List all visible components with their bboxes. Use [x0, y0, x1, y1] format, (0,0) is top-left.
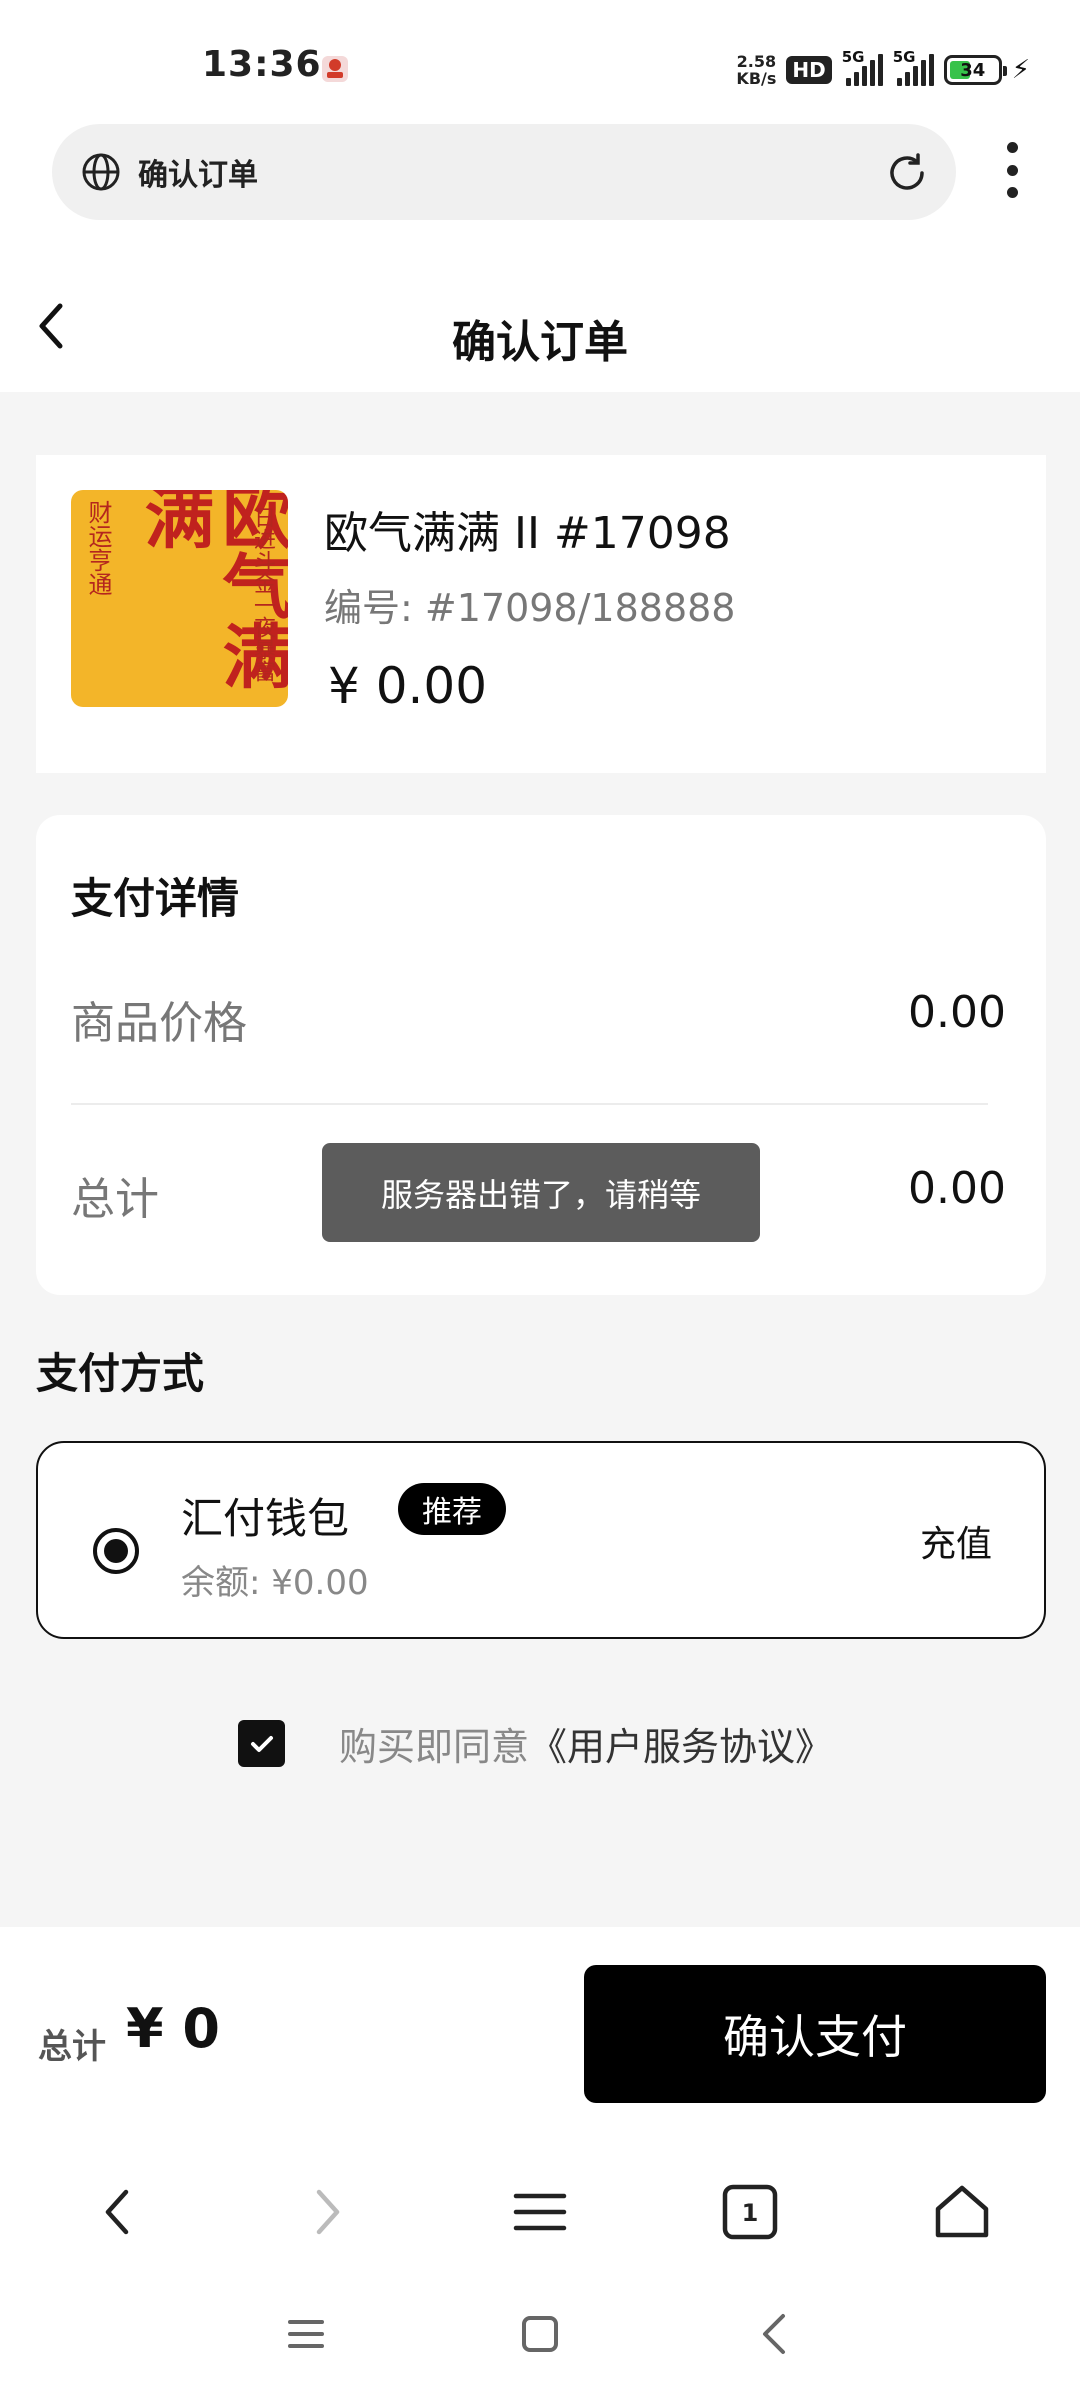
checkout-bar: 总计 ¥ 0 确认支付 — [0, 1927, 1080, 2137]
divider — [71, 1103, 988, 1105]
charging-icon: ⚡ — [1011, 55, 1030, 85]
image-text-left: 财运亨通 — [84, 500, 112, 596]
product-card: 财运亨通 欧气满满 日进斗金一夜暴富 欧气满满 II #17098 编号: #1… — [36, 455, 1046, 773]
tabs-icon: 1 — [722, 2184, 778, 2240]
recommended-badge: 推荐 — [398, 1483, 506, 1535]
tab-count: 1 — [742, 2199, 759, 2227]
status-bar: 13:36 2.58 KB/s HD 5G 5G 34 ⚡ — [0, 0, 1080, 120]
browser-toolbar: 确认订单 — [0, 120, 1080, 260]
status-time: 13:36 — [202, 44, 322, 85]
wallet-option[interactable]: 汇付钱包 推荐 余额: ¥0.00 充值 — [36, 1441, 1046, 1639]
payment-method-title: 支付方式 — [36, 1349, 205, 1398]
system-home-icon[interactable] — [510, 2304, 570, 2364]
globe-icon — [82, 153, 120, 191]
detail-value: 0.00 — [908, 987, 1006, 1038]
app-notification-icon — [322, 56, 348, 82]
sim2-5g-label: 5G — [892, 48, 916, 66]
system-recents-icon[interactable] — [276, 2304, 336, 2364]
wallet-radio-button[interactable] — [93, 1528, 139, 1574]
confirm-pay-button[interactable]: 确认支付 — [584, 1965, 1046, 2103]
net-speed-value: 2.58 — [736, 52, 777, 71]
status-icons: 2.58 KB/s HD 5G 5G 34 ⚡ — [736, 48, 1030, 90]
browser-tabs-icon[interactable]: 1 — [715, 2177, 785, 2247]
agreement-text: 购买即同意 — [339, 1725, 530, 1769]
browser-back-icon[interactable] — [83, 2177, 153, 2247]
payment-details-title: 支付详情 — [71, 874, 240, 923]
browser-menu-icon[interactable] — [505, 2177, 575, 2247]
signal-icon-sim1: 5G — [842, 48, 883, 86]
product-serial: 编号: #17098/188888 — [324, 586, 736, 630]
net-speed-unit: KB/s — [736, 69, 777, 88]
user-agreement-link[interactable]: 《用户服务协议》 — [529, 1716, 833, 1771]
image-text-right: 日进斗金一夜暴富 — [250, 506, 275, 682]
battery-icon: 34 — [943, 55, 1007, 85]
detail-label: 商品价格 — [71, 998, 247, 1049]
address-bar-title: 确认订单 — [138, 158, 258, 193]
page-header: 确认订单 — [0, 260, 1080, 392]
more-menu-icon[interactable] — [1004, 142, 1020, 198]
hd-voice-icon: HD — [786, 56, 832, 84]
detail-row-price: 商品价格 0.00 — [71, 987, 1006, 1049]
recharge-link[interactable]: 充值 — [920, 1515, 992, 1567]
check-icon — [250, 1735, 273, 1752]
error-toast: 服务器出错了，请稍等 — [322, 1143, 760, 1242]
product-price: ¥ 0.00 — [328, 657, 488, 715]
signal-icon-sim2: 5G — [893, 48, 934, 86]
battery-level: 34 — [960, 59, 986, 81]
wallet-name: 汇付钱包 — [181, 1494, 350, 1543]
agreement-checkbox[interactable] — [238, 1720, 285, 1767]
detail-label: 总计 — [71, 1174, 159, 1225]
browser-home-icon[interactable] — [927, 2177, 997, 2247]
product-name: 欧气满满 II #17098 — [324, 508, 731, 559]
net-speed: 2.58 KB/s — [736, 53, 776, 87]
detail-value: 0.00 — [908, 1163, 1006, 1214]
system-navigation — [0, 2282, 1080, 2400]
footer-total-value: ¥ 0 — [126, 1997, 220, 2060]
browser-navigation: 1 — [0, 2137, 1080, 2282]
agreement-row: 购买即同意 《用户服务协议》 — [238, 1716, 833, 1771]
sim1-5g-label: 5G — [841, 48, 865, 66]
page-title: 确认订单 — [452, 317, 628, 368]
address-bar[interactable]: 确认订单 — [52, 124, 956, 220]
browser-forward-icon[interactable] — [292, 2177, 362, 2247]
product-image: 财运亨通 欧气满满 日进斗金一夜暴富 — [71, 490, 288, 707]
wallet-balance: 余额: ¥0.00 — [181, 1563, 369, 1603]
footer-total-label: 总计 — [38, 2027, 106, 2067]
system-back-icon[interactable] — [744, 2304, 804, 2364]
reload-icon[interactable] — [884, 150, 930, 196]
